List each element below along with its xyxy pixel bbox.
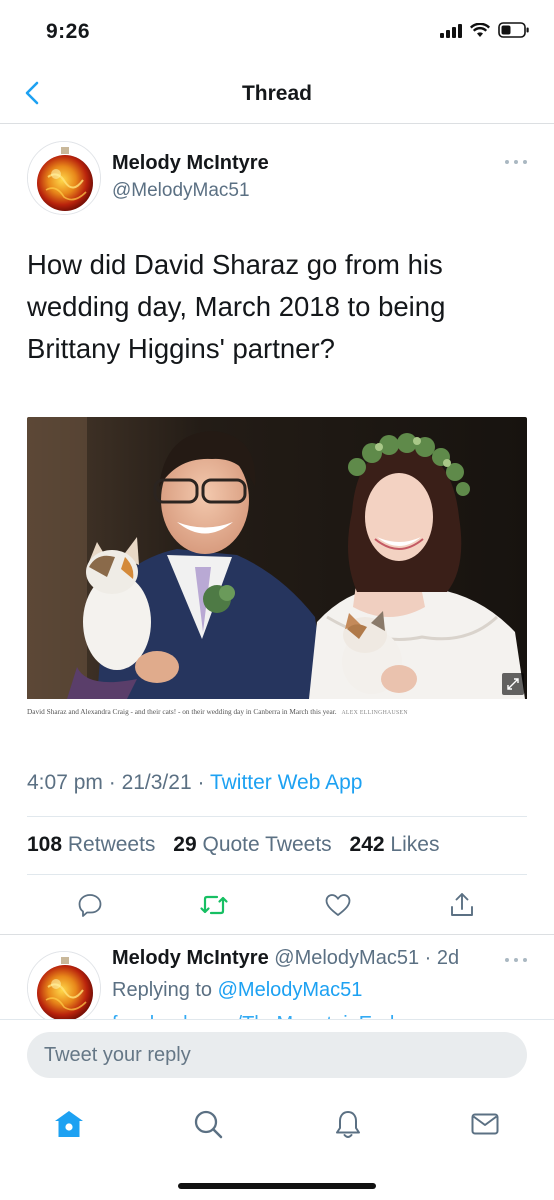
signal-icon bbox=[440, 23, 462, 38]
retweets-stat[interactable]: 108 Retweets bbox=[27, 833, 155, 856]
tweet-time: 4:07 pm bbox=[27, 771, 103, 794]
tweet-metadata: 4:07 pm · 21/3/21 · Twitter Web App bbox=[27, 771, 362, 795]
ornament-avatar-image bbox=[28, 952, 100, 1024]
reply-age: 2d bbox=[436, 947, 460, 969]
tab-search[interactable] bbox=[188, 1104, 228, 1144]
expand-media-button[interactable] bbox=[502, 673, 524, 695]
share-icon bbox=[451, 893, 473, 916]
reply-author-name[interactable]: Melody McIntyre bbox=[112, 947, 269, 969]
share-button[interactable] bbox=[444, 887, 480, 923]
divider bbox=[0, 934, 554, 935]
replying-to: Replying to @MelodyMac51 bbox=[112, 979, 362, 1002]
tweet-text: How did David Sharaz go from his wedding… bbox=[27, 249, 446, 364]
page-title: Thread bbox=[241, 82, 312, 105]
tab-messages[interactable] bbox=[465, 1104, 505, 1144]
retweet-icon bbox=[200, 895, 228, 915]
like-button[interactable] bbox=[320, 887, 356, 923]
divider bbox=[27, 874, 527, 875]
likes-count: 242 bbox=[349, 833, 385, 856]
reply-icon bbox=[78, 894, 102, 917]
quote-tweets-stat[interactable]: 29 Quote Tweets bbox=[173, 833, 331, 856]
reply-avatar[interactable] bbox=[27, 951, 101, 1025]
reply-author-handle[interactable]: @MelodyMac51 bbox=[274, 947, 419, 969]
ornament-avatar-image bbox=[28, 142, 100, 214]
replying-to-mention[interactable]: @MelodyMac51 bbox=[218, 979, 363, 1001]
likes-stat[interactable]: 242 Likes bbox=[350, 833, 440, 856]
reply-header: Melody McIntyre @MelodyMac51 · 2d bbox=[112, 947, 459, 970]
home-indicator[interactable] bbox=[178, 1183, 376, 1189]
wedding-photo bbox=[27, 417, 527, 699]
tweet-stats: 108 Retweets 29 Quote Tweets 242 Likes bbox=[27, 833, 451, 857]
replying-to-prefix: Replying to bbox=[112, 979, 213, 1001]
likes-label: Likes bbox=[390, 833, 440, 856]
tweet-actions bbox=[0, 887, 554, 923]
retweet-button[interactable] bbox=[196, 887, 232, 923]
reply-text-truncated[interactable]: facebook.com/TheMountainEnd... bbox=[112, 1010, 411, 1019]
mail-icon bbox=[471, 1113, 499, 1135]
reply-button[interactable] bbox=[72, 887, 108, 923]
reply-more-options-button[interactable] bbox=[503, 953, 529, 967]
tab-notifications[interactable] bbox=[328, 1104, 368, 1144]
like-icon bbox=[325, 894, 351, 916]
retweets-count: 108 bbox=[27, 833, 63, 856]
status-time: 9:26 bbox=[46, 20, 91, 43]
status-bar: 9:26 bbox=[0, 0, 554, 62]
photo-credit: ALEX ELLINGHAUSEN bbox=[341, 710, 408, 716]
tweet-source-link[interactable]: Twitter Web App bbox=[210, 771, 363, 794]
author-name[interactable]: Melody McIntyre bbox=[112, 152, 269, 175]
status-icons bbox=[440, 22, 530, 38]
tab-home[interactable] bbox=[49, 1104, 89, 1144]
expand-icon bbox=[507, 678, 519, 690]
avatar[interactable] bbox=[27, 141, 101, 215]
nav-header: Thread bbox=[0, 62, 554, 124]
reply-input[interactable]: Tweet your reply bbox=[27, 1032, 527, 1078]
tweet-date: 21/3/21 bbox=[121, 771, 192, 794]
wifi-icon bbox=[470, 22, 490, 37]
quotes-label: Quote Tweets bbox=[202, 833, 332, 856]
meta-separator: · bbox=[419, 947, 437, 969]
retweets-label: Retweets bbox=[67, 833, 156, 856]
search-icon bbox=[194, 1110, 223, 1139]
meta-separator: · bbox=[108, 771, 122, 794]
media-caption: David Sharaz and Alexandra Craig - and t… bbox=[27, 705, 527, 720]
bell-icon bbox=[336, 1111, 360, 1138]
divider bbox=[27, 816, 527, 817]
home-icon bbox=[55, 1111, 83, 1137]
caption-text: David Sharaz and Alexandra Craig - and t… bbox=[27, 707, 337, 716]
more-options-button[interactable] bbox=[503, 155, 529, 169]
meta-separator: · bbox=[197, 771, 210, 794]
quotes-count: 29 bbox=[173, 833, 197, 856]
compose-bar: Tweet your reply bbox=[0, 1019, 554, 1092]
battery-icon bbox=[498, 22, 529, 38]
author-handle[interactable]: @MelodyMac51 bbox=[112, 180, 250, 202]
tweet-media[interactable]: David Sharaz and Alexandra Craig - and t… bbox=[27, 417, 527, 737]
